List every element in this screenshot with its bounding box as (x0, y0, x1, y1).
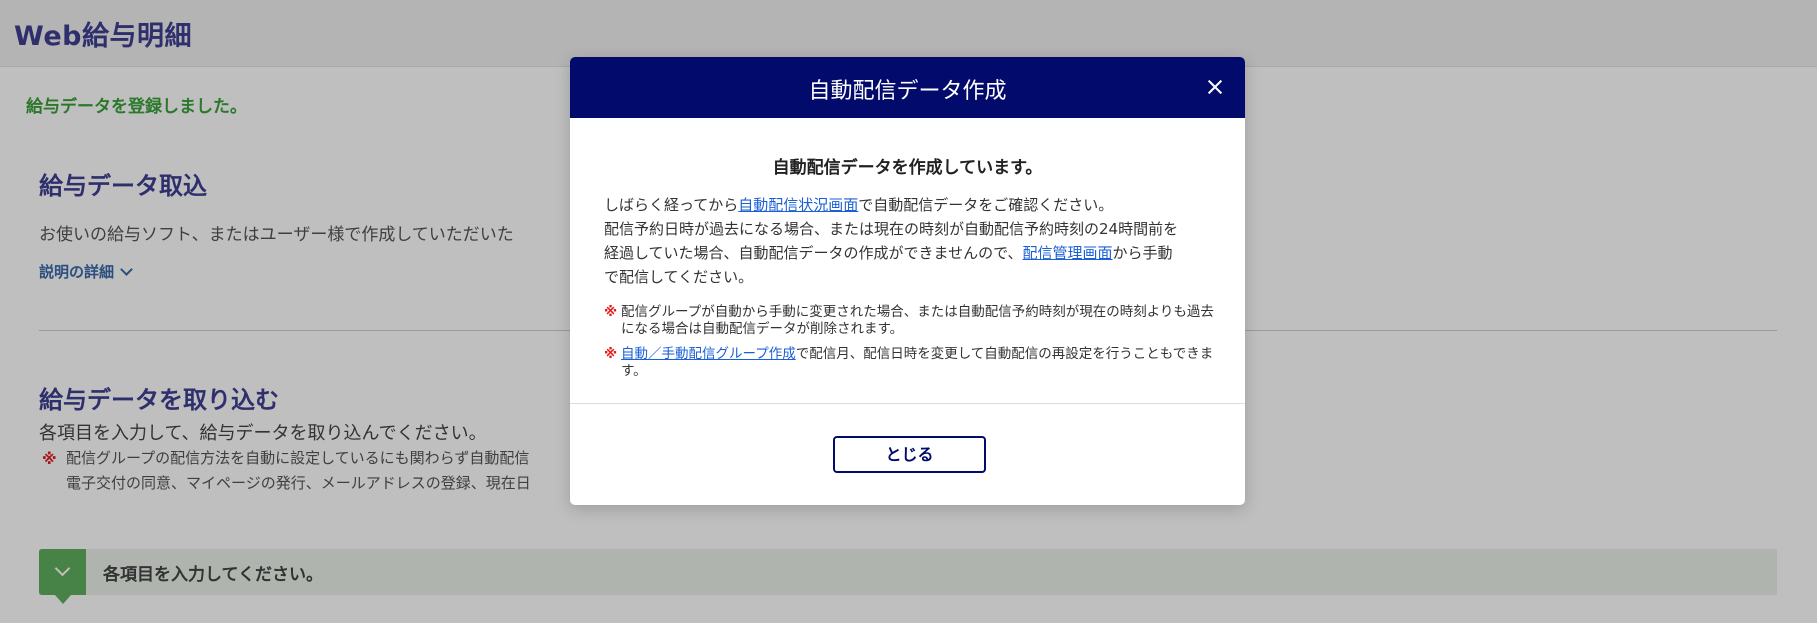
note-mark: ※ (604, 304, 618, 320)
modal-note: ※ 配信グループが自動から手動に変更された場合、または自動配信予約時刻が現在の時… (604, 304, 1216, 338)
modal-body: しばらく経ってから自動配信状況画面で自動配信データをご確認ください。 配信予約日… (604, 193, 1214, 289)
delivery-management-link[interactable]: 配信管理画面 (1023, 244, 1113, 262)
body-text: で自動配信データをご確認ください。 (858, 196, 1114, 214)
modal-heading: 自動配信データを作成しています。 (772, 158, 1043, 178)
auto-delivery-status-link[interactable]: 自動配信状況画面 (738, 196, 858, 214)
body-text: しばらく経ってから (604, 196, 739, 214)
modal-header: 自動配信データ作成 (570, 57, 1245, 118)
note-text: 配信グループが自動から手動に変更された場合、または自動配信予約時刻が現在の時刻よ… (621, 304, 1214, 337)
modal-divider (570, 403, 1245, 404)
close-button[interactable]: とじる (833, 436, 986, 473)
body-text: から手動 (1112, 244, 1173, 262)
close-icon[interactable] (1203, 75, 1227, 99)
body-text: で配信してください。 (604, 268, 754, 286)
group-create-link[interactable]: 自動／手動配信グループ作成 (621, 346, 796, 362)
body-text: 配信予約日時が過去になる場合、または現在の時刻が自動配信予約時刻の24時間前を (604, 220, 1179, 238)
modal-note: ※ 自動／手動配信グループ作成で配信月、配信日時を変更して自動配信の再設定を行う… (604, 346, 1216, 380)
modal-notes: ※ 配信グループが自動から手動に変更された場合、または自動配信予約時刻が現在の時… (604, 304, 1216, 388)
body-text: 経過していた場合、自動配信データの作成ができませんので、 (604, 244, 1023, 262)
note-text: 自動／手動配信グループ作成で配信月、配信日時を変更して自動配信の再設定を行うこと… (621, 346, 1216, 380)
note-mark: ※ (604, 346, 618, 362)
auto-delivery-modal: 自動配信データ作成 自動配信データを作成しています。 しばらく経ってから自動配信… (570, 57, 1245, 505)
modal-title: 自動配信データ作成 (808, 79, 1007, 104)
